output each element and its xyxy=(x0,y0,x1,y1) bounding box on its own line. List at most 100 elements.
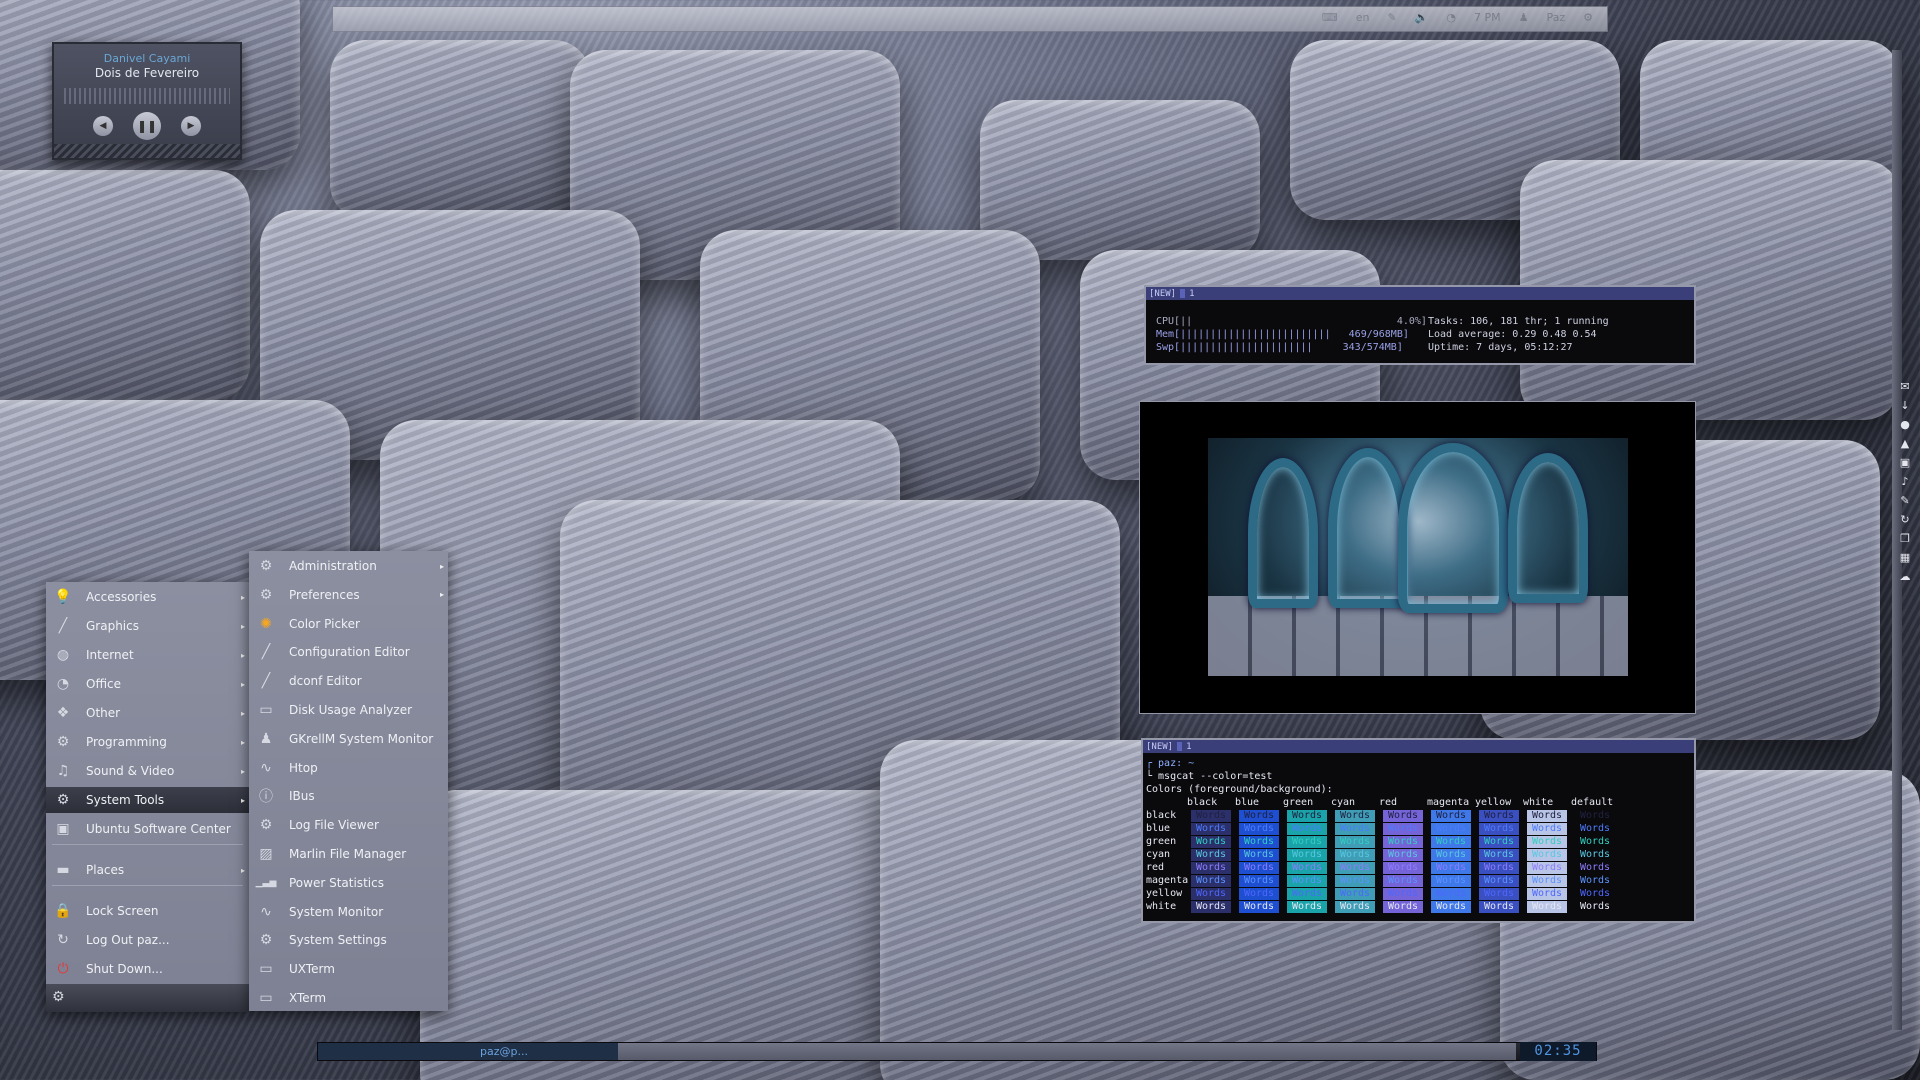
menu-item-lock-screen[interactable]: 🔒 Lock Screen xyxy=(46,898,249,924)
triangle-icon[interactable]: ▲ xyxy=(1901,437,1909,450)
cloud-icon[interactable]: ☁ xyxy=(1900,570,1911,583)
submenu-item-system-monitor[interactable]: ∿ System Monitor xyxy=(249,899,448,925)
terminal-tab-label[interactable]: [NEW] xyxy=(1146,742,1173,752)
user-name[interactable]: Paz xyxy=(1546,11,1565,24)
submenu-item-dconf-editor[interactable]: ╱ dconf Editor xyxy=(249,668,448,694)
terminal-tab-number[interactable]: 1 xyxy=(1189,289,1194,299)
logout-icon: ↻ xyxy=(57,932,69,948)
menu-item-label: Other xyxy=(86,706,121,720)
tasks-summary: Tasks: 106, 181 thr; 1 running xyxy=(1428,316,1609,327)
menu-item-graphics[interactable]: ╱ Graphics ▸ xyxy=(46,613,249,639)
menu-item-other[interactable]: ❖ Other ▸ xyxy=(46,700,249,726)
shell-prompt: ┌ paz: ~ xyxy=(1146,758,1195,769)
color-cell: Words xyxy=(1479,888,1519,900)
submenu-item-disk-usage-analyzer[interactable]: ▭ Disk Usage Analyzer xyxy=(249,697,448,723)
submenu-item-power-statistics[interactable]: ▁▃▅ Power Statistics xyxy=(249,870,448,896)
color-cell: Words xyxy=(1575,901,1615,913)
flag-icon[interactable]: ▣ xyxy=(1900,456,1910,469)
color-cell: Words xyxy=(1479,823,1519,835)
color-cell: Words xyxy=(1383,901,1423,913)
submenu-item-configuration-editor[interactable]: ╱ Configuration Editor xyxy=(249,639,448,665)
menu-item-ubuntu-software-center[interactable]: ▣ Ubuntu Software Center xyxy=(46,816,249,842)
color-cell: Words xyxy=(1431,849,1471,861)
color-cell: Words xyxy=(1527,875,1567,887)
record-icon[interactable]: ● xyxy=(1900,418,1910,431)
menu-item-label: Shut Down... xyxy=(86,962,163,976)
color-cell: Words xyxy=(1383,888,1423,900)
submenu-arrow-icon: ▸ xyxy=(240,592,245,602)
previous-track-button[interactable]: ◀ xyxy=(93,116,113,136)
menu-item-office[interactable]: ◔ Office ▸ xyxy=(46,671,249,697)
brush-icon: ╱ xyxy=(58,618,68,634)
submenu-item-marlin-file-manager[interactable]: ▨ Marlin File Manager xyxy=(249,841,448,867)
color-cell: Words xyxy=(1431,810,1471,822)
submenu-item-system-settings[interactable]: ⚙ System Settings xyxy=(249,927,448,953)
terminal-tab-bar[interactable]: [NEW] 1 xyxy=(1143,740,1694,753)
terminal-tab-bar[interactable]: [NEW] 1 xyxy=(1146,287,1694,300)
keyboard-layout[interactable]: en xyxy=(1356,11,1370,24)
pause-icon: ❚❚ xyxy=(136,119,158,133)
menu-item-sound-video[interactable]: ♫ Sound & Video ▸ xyxy=(46,758,249,784)
next-track-button[interactable]: ▶ xyxy=(181,116,201,136)
color-cell: Words xyxy=(1239,888,1279,900)
color-cell: Words xyxy=(1383,862,1423,874)
color-cell: Words xyxy=(1575,875,1615,887)
color-test-terminal-window[interactable]: [NEW] 1 ┌ paz: ~ └ msgcat --color=test C… xyxy=(1141,738,1696,923)
globe-icon: ◍ xyxy=(56,647,70,663)
color-cell: Words xyxy=(1335,823,1375,835)
menu-item-shut-down[interactable]: ⏻ Shut Down... xyxy=(46,956,249,982)
taskbar-terminal-entry[interactable]: paz@p... xyxy=(318,1043,618,1060)
submenu-item-xterm[interactable]: ▭ XTerm xyxy=(249,985,448,1011)
submenu-item-label: Administration xyxy=(289,559,377,573)
network-icon[interactable]: ◔ xyxy=(1446,11,1456,24)
submenu-item-uxterm[interactable]: ▭ UXTerm xyxy=(249,956,448,982)
menu-item-places[interactable]: ▬ Places ▸ xyxy=(46,857,249,883)
menu-item-system-tools[interactable]: ⚙ System Tools ▸ xyxy=(46,787,249,813)
terminal-tab-label[interactable]: [NEW] xyxy=(1149,289,1176,299)
submenu-item-log-file-viewer[interactable]: ⚙ Log File Viewer xyxy=(249,812,448,838)
terminal-icon: ▭ xyxy=(259,990,273,1006)
user-icon[interactable]: ♟ xyxy=(1519,11,1529,24)
menu-item-programming[interactable]: ⚙ Programming ▸ xyxy=(46,729,249,755)
submenu-item-label: IBus xyxy=(289,789,315,804)
applications-menu: 💡 Accessories ▸ ╱ Graphics ▸ ◍ Internet ▸ ◔ Office… xyxy=(46,582,249,1012)
submenu-item-label: UXTerm xyxy=(289,962,335,977)
color-cell: Words xyxy=(1383,875,1423,887)
submenu-item-color-picker[interactable]: ✺ Color Picker xyxy=(249,611,448,637)
clock[interactable]: 02:35 xyxy=(1520,1042,1596,1061)
grid-icon[interactable]: ▦ xyxy=(1900,551,1910,564)
submenu-item-htop[interactable]: ∿ Htop xyxy=(249,755,448,781)
terminal-tab-number[interactable]: 1 xyxy=(1186,742,1191,752)
menu-item-label: Log Out paz... xyxy=(86,933,170,947)
download-icon[interactable]: ↓ xyxy=(1900,399,1909,412)
submenu-item-preferences[interactable]: ⚙ Preferences ▸ xyxy=(249,582,448,608)
color-cell: Words xyxy=(1431,901,1471,913)
image-viewer-window[interactable] xyxy=(1139,401,1696,714)
menu-item-accessories[interactable]: 💡 Accessories ▸ xyxy=(46,584,249,610)
pause-button[interactable]: ❚❚ xyxy=(133,112,161,140)
htop-terminal-window[interactable]: [NEW] 1 CPU[|| 4.0%] Mem[|||||||||||||||… xyxy=(1144,285,1696,365)
pen-icon[interactable]: ✎ xyxy=(1387,11,1396,24)
pen-icon[interactable]: ✎ xyxy=(1900,494,1909,507)
refresh-icon[interactable]: ↻ xyxy=(1900,513,1909,526)
log-gears-icon: ⚙ xyxy=(259,817,273,834)
color-wheel-icon: ✺ xyxy=(260,615,272,632)
volume-icon[interactable]: 🔈 xyxy=(1415,11,1429,24)
copy-icon[interactable]: ❐ xyxy=(1900,532,1910,545)
submenu-arrow-icon: ▸ xyxy=(439,590,444,600)
submenu-item-administration[interactable]: ⚙ Administration ▸ xyxy=(249,553,448,579)
menu-item-internet[interactable]: ◍ Internet ▸ xyxy=(46,642,249,668)
folder-icon: ▬ xyxy=(56,862,70,878)
submenu-item-ibus[interactable]: ⓘ IBus xyxy=(249,783,448,809)
menu-settings-icon[interactable]: ⚙ xyxy=(52,989,65,1005)
network-status[interactable]: 7 PM xyxy=(1474,11,1501,24)
submenu-item-gkrellm-system-monitor[interactable]: ♟ GKrellM System Monitor xyxy=(249,726,448,752)
color-cell: Words xyxy=(1431,836,1471,848)
keyboard-icon[interactable]: ⌨ xyxy=(1322,11,1338,24)
power-icon[interactable]: ⚙ xyxy=(1583,11,1593,24)
menu-item-log-out-paz[interactable]: ↻ Log Out paz... xyxy=(46,927,249,953)
mail-icon[interactable]: ✉ xyxy=(1900,380,1909,393)
music-note-icon[interactable]: ♪ xyxy=(1901,475,1908,488)
submenu-item-label: Power Statistics xyxy=(289,875,384,890)
player-stripe xyxy=(54,144,240,158)
